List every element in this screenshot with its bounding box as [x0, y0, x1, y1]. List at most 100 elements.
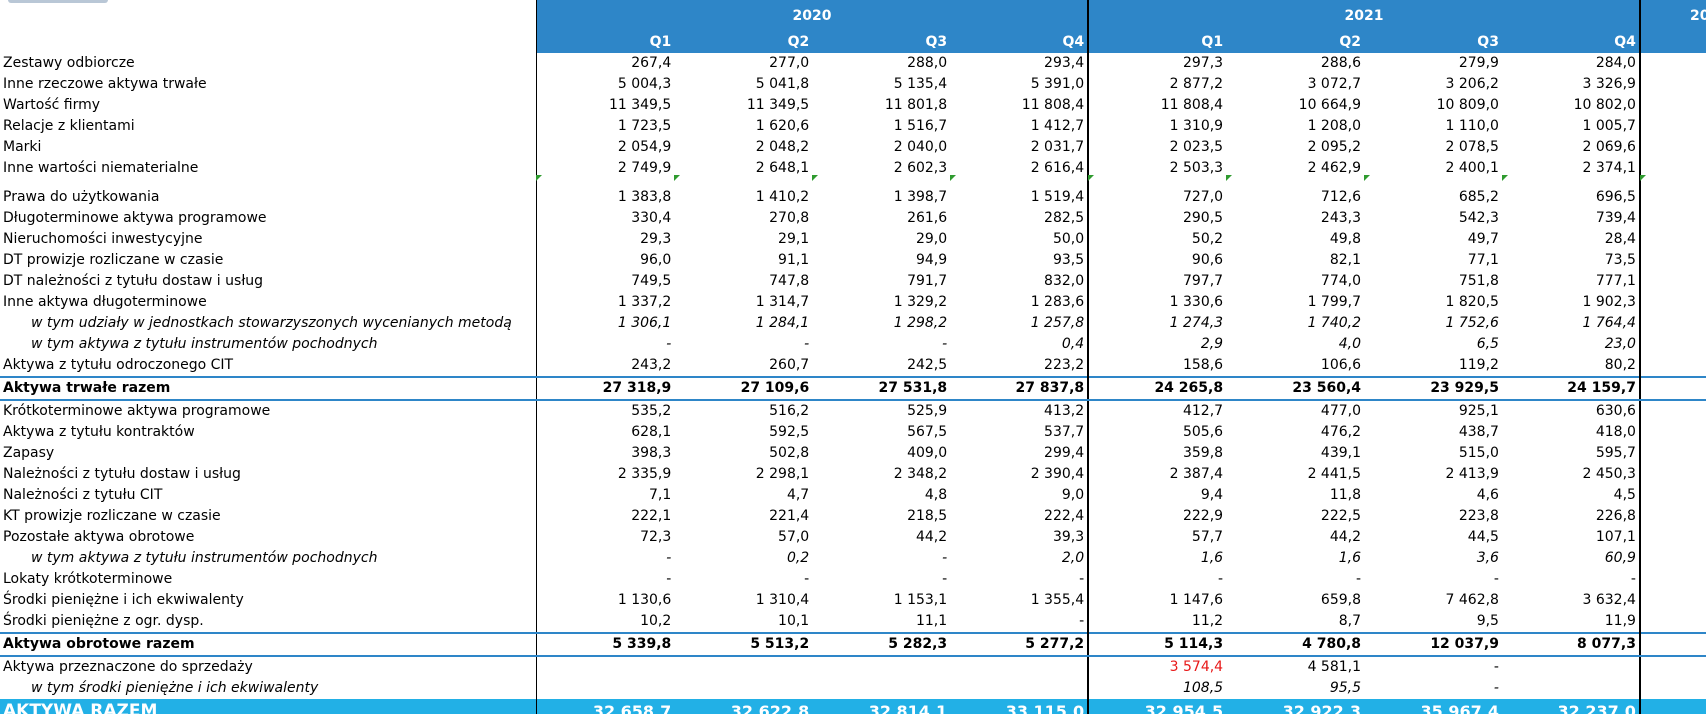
comment-marker-icon: [1088, 175, 1095, 181]
value-cell: 5 041,8: [755, 76, 810, 92]
value-cell: 23 560,4: [1226, 376, 1365, 401]
value-cell: 10 802,0: [1573, 97, 1636, 113]
value-cell: 279,9: [1458, 55, 1499, 71]
value-cell: 23 929,5: [1364, 376, 1502, 401]
value-cell: [1502, 656, 1640, 678]
value-cell: 1,6: [1338, 550, 1362, 566]
row-label: Inne rzeczowe aktywa trwałe: [3, 76, 207, 92]
value-cell: 777,1: [1595, 273, 1636, 289]
value-cell: 260,7: [769, 357, 810, 373]
table-row: DT należności z tytułu dostaw i usług 749…: [0, 271, 1706, 292]
value-cell: 292,7: [1638, 53, 1706, 74]
value-cell: 12 037,9: [1364, 632, 1502, 657]
table-row: w tym aktywa z tytułu instrumentów pocho…: [0, 334, 1706, 355]
value-cell: 712,6: [1320, 189, 1362, 205]
value-cell: [674, 179, 812, 187]
value-cell: 747,8: [769, 273, 810, 289]
value-cell: 925,1: [1458, 403, 1499, 419]
value-cell: 242,5: [907, 357, 948, 373]
row-label: DT prowizje rozliczane w czasie: [3, 252, 224, 268]
row-label: Zestawy odbiorcze: [3, 55, 135, 71]
value-cell: 72,6: [1638, 250, 1706, 271]
value-cell: 10 809,0: [1436, 97, 1499, 113]
table-row: Środki pieniężne z ogr. dysp. 10,2 10,1 11,…: [0, 611, 1706, 633]
quarter-header: Q2: [674, 32, 813, 53]
spreadsheet: 2020 2021 2021 Q1 Q2 Q3 Q4 Q1 Q2 Q3 Q4 Q…: [0, 0, 1706, 714]
value-cell: 3 326,9: [1582, 76, 1636, 92]
value-cell: 3,6: [1476, 550, 1499, 566]
value-cell: 1 314,7: [755, 294, 810, 310]
value-cell: 191,1: [1638, 527, 1706, 548]
value-cell: 1 516,7: [893, 118, 948, 134]
value-cell: 2 390,4: [1030, 466, 1085, 482]
value-cell: 2 441,5: [1307, 466, 1362, 482]
value-cell: 11 349,5: [535, 95, 675, 116]
subtotal-row: Aktywa trwałe razem 27 318,9 27 109,6 27 53…: [0, 376, 1706, 401]
value-cell: 1 130,6: [535, 590, 675, 611]
value-cell: 4,6: [1476, 487, 1499, 503]
value-cell: 2 298,1: [755, 466, 810, 482]
row-label: Nieruchomości inwestycyjne: [3, 231, 203, 247]
value-cell: 2 335,9: [535, 464, 675, 485]
value-cell: 57,7: [1087, 527, 1227, 548]
table-row: Inne rzeczowe aktywa trwałe 5 004,3 5 041,…: [0, 74, 1706, 95]
row-label: Zapasy: [3, 445, 55, 461]
value-cell: 82,1: [1329, 252, 1362, 268]
value-cell: 535,2: [535, 400, 675, 422]
value-cell: 77,1: [1467, 252, 1499, 268]
quarter-header: Q1: [1087, 32, 1227, 53]
value-cell: 11,8: [1329, 487, 1362, 503]
value-cell: 108,8: [1638, 548, 1706, 569]
value-cell: -: [942, 550, 948, 566]
value-cell: 592,5: [769, 424, 810, 440]
value-cell: 223,8: [1458, 508, 1499, 524]
value-cell: 44,5: [1467, 529, 1499, 545]
value-cell: 1 329,2: [893, 294, 948, 310]
value-cell: 32 814,1: [812, 699, 951, 714]
value-cell: 1 383,8: [535, 187, 675, 208]
value-cell: 261,6: [907, 210, 948, 226]
value-cell: 1 208,0: [1307, 118, 1362, 134]
value-cell: 11,2: [1087, 611, 1227, 633]
value-cell: 2 602,3: [893, 160, 948, 176]
comment-marker-icon: [812, 175, 819, 181]
comment-marker-icon: [674, 175, 681, 181]
value-cell: 2 503,3: [1087, 158, 1227, 179]
row-label: Aktywa z tytułu kontraktów: [3, 424, 195, 440]
value-cell: 6,5: [1476, 336, 1499, 352]
table-row: Aktywa z tytułu kontraktów 628,1 592,5 567,…: [0, 422, 1706, 443]
value-cell: 11 349,5: [746, 97, 810, 113]
value-cell: 542,3: [1458, 210, 1499, 226]
value-cell: 1 764,4: [1582, 315, 1636, 331]
value-cell: 108,5: [1087, 678, 1227, 699]
value-cell: 537,7: [1044, 424, 1085, 440]
value-cell: 2 078,5: [1445, 139, 1499, 155]
value-cell: 32 922,3: [1226, 699, 1365, 714]
value-cell: 1 284,1: [755, 315, 810, 331]
value-cell: 2 648,1: [755, 160, 810, 176]
value-cell: [674, 678, 812, 699]
value-cell: 1 902,3: [1582, 294, 1636, 310]
value-cell: -: [804, 336, 810, 352]
value-cell: 2 348,2: [893, 466, 948, 482]
value-cell: 393,8: [1638, 422, 1706, 443]
value-cell: 1 298,2: [893, 315, 948, 331]
table-row: Prawa do użytkowania 1 383,8 1 410,2 1 398,…: [0, 187, 1706, 208]
value-cell: 119,2: [1458, 357, 1499, 373]
value-cell: 290,5: [1087, 208, 1227, 229]
row-label: Prawa do użytkowania: [3, 189, 160, 205]
value-cell: 11 801,8: [884, 97, 948, 113]
value-cell: [674, 656, 812, 678]
value-cell: 1 310,9: [1087, 116, 1227, 137]
row-label: Środki pieniężne i ich ekwiwalenty: [3, 592, 244, 608]
value-cell: [1638, 656, 1706, 678]
value-cell: 29,0: [915, 231, 948, 247]
value-cell: 460,9: [1638, 208, 1706, 229]
value-cell: 23,0: [1638, 334, 1706, 355]
value-cell: 23 871,6: [1638, 376, 1706, 401]
value-cell: 696,5: [1595, 189, 1636, 205]
value-cell: [535, 179, 675, 187]
year-header-row: 2020 2021 2021: [0, 0, 1706, 32]
value-cell: 2 048,2: [755, 139, 810, 155]
value-cell: 748,7: [1638, 271, 1706, 292]
